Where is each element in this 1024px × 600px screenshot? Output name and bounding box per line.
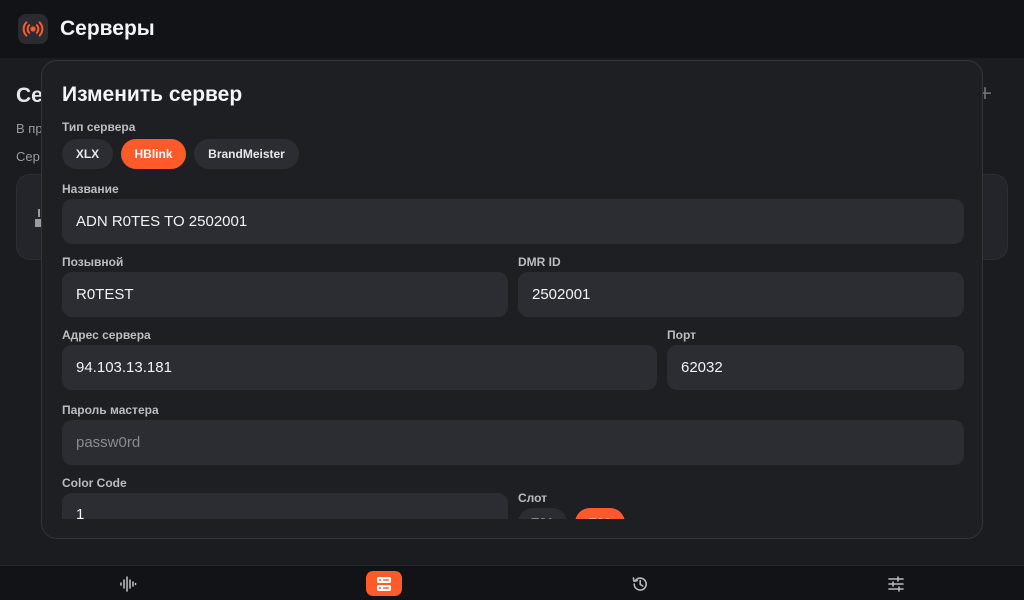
radio-broadcast-icon (18, 14, 48, 44)
port-label: Порт (667, 328, 697, 342)
edit-server-dialog: Изменить сервер Тип сервера XLX HBlink B… (41, 60, 983, 539)
server-type-label: Тип сервера (62, 120, 136, 134)
callsign-field[interactable]: R0TEST (62, 272, 508, 317)
name-label: Название (62, 182, 119, 196)
slot-ts1[interactable]: TS1 (518, 508, 567, 519)
server-type-xlx[interactable]: XLX (62, 139, 113, 169)
master-password-field[interactable]: passw0rd (62, 420, 964, 465)
server-address-label: Адрес сервера (62, 328, 151, 342)
color-code-field[interactable]: 1 (62, 493, 508, 519)
app-header: Серверы (0, 0, 1024, 58)
server-type-hblink[interactable]: HBlink (121, 139, 186, 169)
dmr-id-label: DMR ID (518, 255, 561, 269)
port-field[interactable]: 62032 (667, 345, 964, 390)
name-field[interactable]: ADN R0TES TO 2502001 (62, 199, 964, 244)
history-icon[interactable] (622, 571, 658, 596)
master-password-label: Пароль мастера (62, 403, 159, 417)
audio-waveform-icon[interactable] (110, 571, 146, 596)
color-code-label: Color Code (62, 476, 127, 490)
server-address-field[interactable]: 94.103.13.181 (62, 345, 657, 390)
servers-icon[interactable] (366, 571, 402, 596)
section-description: В пр (16, 121, 43, 136)
dialog-title: Изменить сервер (62, 83, 243, 106)
section-subtitle: Сер (16, 149, 40, 164)
dialog-scroll-area[interactable]: Изменить сервер Тип сервера XLX HBlink B… (42, 61, 982, 519)
dmr-id-field[interactable]: 2502001 (518, 272, 964, 317)
slot-label: Слот (518, 491, 548, 505)
callsign-label: Позывной (62, 255, 124, 269)
page-title: Серверы (60, 17, 155, 40)
settings-sliders-icon[interactable] (878, 571, 914, 596)
slot-ts2[interactable]: TS2 (575, 508, 625, 519)
bottom-navigation (0, 565, 1024, 600)
server-type-brandmeister[interactable]: BrandMeister (194, 139, 299, 169)
